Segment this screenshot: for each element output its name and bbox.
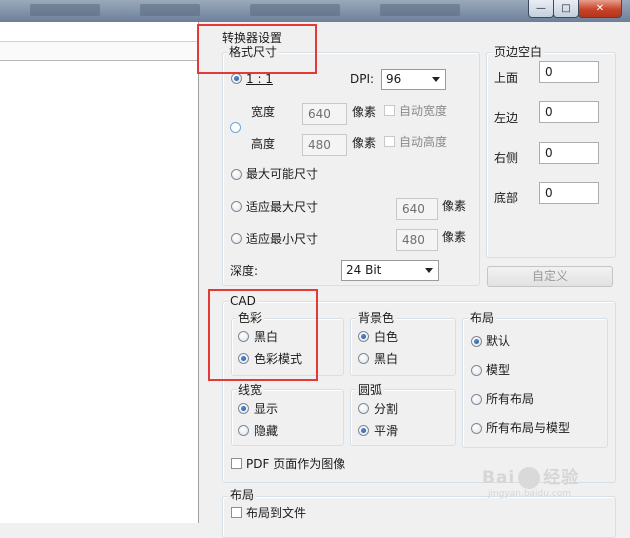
- bg-white-radio[interactable]: [358, 331, 369, 342]
- depth-value: 24 Bit: [346, 263, 382, 277]
- window-titlebar: — □ ✕: [0, 0, 630, 22]
- fit-min-label: 适应最小尺寸: [246, 232, 319, 246]
- max-size-radio[interactable]: [231, 169, 242, 180]
- paw-logo-icon: [518, 467, 541, 489]
- lineweight-show-label: 显示: [254, 402, 279, 416]
- pdf-as-image-label: PDF 页面作为图像: [246, 457, 346, 471]
- depth-select[interactable]: 24 Bit: [341, 260, 439, 281]
- fit-max-radio[interactable]: [231, 201, 242, 212]
- watermark-left: Bai: [482, 468, 516, 488]
- ratio-1-1-label: 1 : 1: [246, 72, 273, 86]
- layout-default-radio[interactable]: [471, 336, 482, 347]
- width-field[interactable]: 640: [302, 103, 347, 125]
- arc-segmented-radio[interactable]: [358, 403, 369, 414]
- lineweight-show-radio[interactable]: [238, 403, 249, 414]
- margins-label: 页边空白: [492, 45, 545, 59]
- layout-section-label: 布局: [228, 488, 257, 502]
- margin-right-label: 右侧: [494, 151, 519, 165]
- auto-width-checkbox[interactable]: [384, 105, 395, 116]
- minimize-button[interactable]: —: [528, 0, 554, 18]
- cad-layout-label: 布局: [468, 311, 497, 325]
- highlight-box-converter: [197, 24, 317, 74]
- pdf-as-image-checkbox[interactable]: [231, 458, 242, 469]
- depth-label: 深度:: [230, 264, 259, 278]
- list-header: [0, 41, 198, 61]
- max-size-label: 最大可能尺寸: [246, 167, 319, 181]
- auto-width-label: 自动宽度: [399, 104, 448, 118]
- margin-right-field[interactable]: 0: [539, 142, 599, 164]
- layout-default-label: 默认: [486, 334, 511, 348]
- layout-all-label: 所有布局: [486, 392, 535, 406]
- close-button[interactable]: ✕: [578, 0, 622, 18]
- custom-size-radio[interactable]: [230, 122, 241, 133]
- watermark-url: jingyan.baidu.com: [488, 489, 572, 499]
- arc-smooth-radio[interactable]: [358, 425, 369, 436]
- layout-to-file-label: 布局到文件: [246, 506, 307, 520]
- width-unit: 像素: [352, 105, 377, 119]
- dpi-label: DPI:: [350, 72, 375, 86]
- file-list-pane[interactable]: [0, 22, 199, 523]
- dpi-select[interactable]: 96: [381, 69, 446, 90]
- lineweight-hide-radio[interactable]: [238, 425, 249, 436]
- height-unit: 像素: [352, 136, 377, 150]
- chevron-down-icon: [425, 268, 433, 273]
- layout-all-model-radio[interactable]: [471, 423, 482, 434]
- layout-model-radio[interactable]: [471, 365, 482, 376]
- margin-bottom-field[interactable]: 0: [539, 182, 599, 204]
- layout-all-model-label: 所有布局与模型: [486, 421, 571, 435]
- height-label: 高度: [251, 137, 276, 151]
- bg-black-radio[interactable]: [358, 353, 369, 364]
- height-field[interactable]: 480: [302, 134, 347, 156]
- baidu-watermark: Bai 经验 jingyan.baidu.com: [482, 463, 579, 499]
- margin-bottom-label: 底部: [494, 191, 519, 205]
- dpi-value: 96: [386, 72, 402, 86]
- auto-height-checkbox[interactable]: [384, 136, 395, 147]
- layout-to-file-checkbox[interactable]: [231, 507, 242, 518]
- fit-min-field[interactable]: 480: [396, 229, 438, 251]
- background-label: 背景色: [356, 311, 397, 325]
- chevron-down-icon: [432, 77, 440, 82]
- fit-min-unit: 像素: [442, 230, 467, 244]
- arc-segmented-label: 分割: [374, 402, 399, 416]
- arc-smooth-label: 平滑: [374, 424, 399, 438]
- margin-left-label: 左边: [494, 111, 519, 125]
- bg-black-label: 黑白: [374, 352, 399, 366]
- layout-all-radio[interactable]: [471, 394, 482, 405]
- auto-height-label: 自动高度: [399, 135, 448, 149]
- fit-max-unit: 像素: [442, 199, 467, 213]
- lineweight-label: 线宽: [236, 383, 265, 397]
- background-group: [350, 318, 456, 376]
- fit-min-radio[interactable]: [231, 233, 242, 244]
- fit-max-field[interactable]: 640: [396, 198, 438, 220]
- lineweight-hide-label: 隐藏: [254, 424, 279, 438]
- width-label: 宽度: [251, 105, 276, 119]
- margin-top-label: 上面: [494, 71, 519, 85]
- layout-model-label: 模型: [486, 363, 511, 377]
- lineweight-group: [231, 389, 344, 446]
- highlight-box-color: [208, 289, 318, 381]
- ratio-1-1-radio[interactable]: [231, 73, 242, 84]
- arc-label: 圆弧: [356, 383, 385, 397]
- maximize-button[interactable]: □: [553, 0, 579, 18]
- watermark-right: 经验: [543, 468, 580, 488]
- fit-max-label: 适应最大尺寸: [246, 200, 319, 214]
- bg-white-label: 白色: [374, 330, 399, 344]
- arc-group: [350, 389, 456, 446]
- margin-top-field[interactable]: 0: [539, 61, 599, 83]
- custom-button[interactable]: 自定义: [487, 266, 613, 287]
- margin-left-field[interactable]: 0: [539, 101, 599, 123]
